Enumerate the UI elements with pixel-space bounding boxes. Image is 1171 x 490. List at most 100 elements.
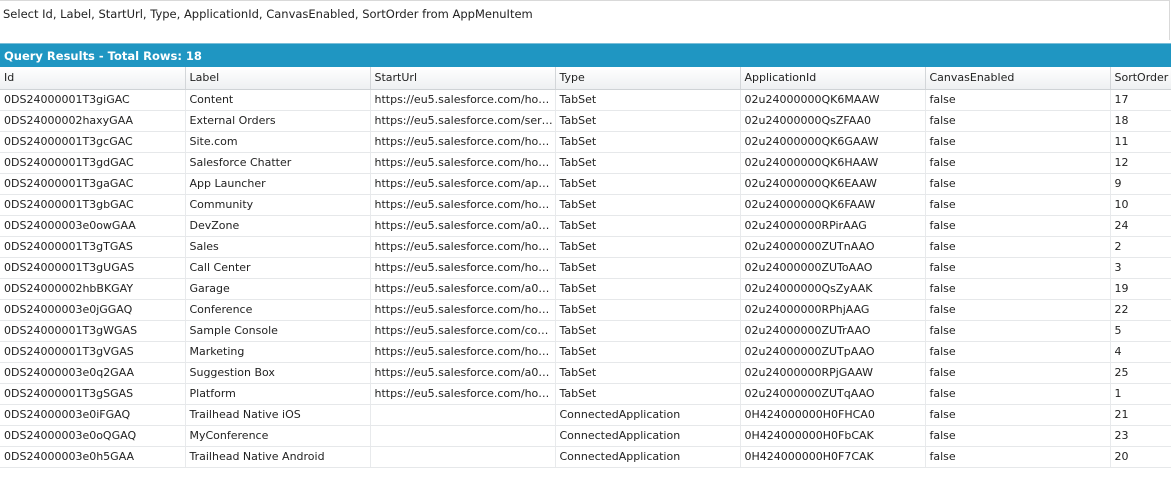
cell-label: Suggestion Box: [185, 362, 371, 384]
cell-starturl: https://eu5.salesforce.com/home...: [370, 194, 556, 216]
cell-sortorder: 3: [1110, 257, 1171, 279]
table-row[interactable]: 0DS24000002haxyGAA External Orders https:/…: [0, 110, 1171, 132]
cell-sortorder: 9: [1110, 173, 1171, 195]
cell-canvasenabled: false: [925, 341, 1111, 363]
cell-applicationid: 02u24000000QK6GAAW: [740, 131, 926, 153]
table-row[interactable]: 0DS24000001T3gdGAC Salesforce Chatter http…: [0, 152, 1171, 174]
table-row[interactable]: 0DS24000003e0jGGAQ Conference https://eu5.…: [0, 299, 1171, 321]
cell-id: 0DS24000001T3giGAC: [0, 89, 186, 111]
cell-type: TabSet: [555, 215, 741, 237]
cell-sortorder: 18: [1110, 110, 1171, 132]
cell-canvasenabled: false: [925, 320, 1111, 342]
cell-applicationid: 02u24000000RPjGAAW: [740, 362, 926, 384]
table-row[interactable]: 0DS24000003e0owGAA DevZone https://eu5.sal…: [0, 215, 1171, 237]
cell-canvasenabled: false: [925, 425, 1111, 447]
cell-starturl: https://eu5.salesforce.com/servl...: [370, 110, 556, 132]
cell-label: DevZone: [185, 215, 371, 237]
cell-label: Platform: [185, 383, 371, 405]
table-row[interactable]: 0DS24000001T3gTGAS Sales https://eu5.sales…: [0, 236, 1171, 258]
column-header-starturl[interactable]: StartUrl: [370, 67, 556, 90]
cell-sortorder: 5: [1110, 320, 1171, 342]
soql-query-editor[interactable]: Select Id, Label, StartUrl, Type, Applic…: [0, 0, 1170, 40]
cell-starturl: https://eu5.salesforce.com/a09/o...: [370, 215, 556, 237]
cell-applicationid: 02u24000000QK6EAAW: [740, 173, 926, 195]
table-row[interactable]: 0DS24000001T3giGAC Content https://eu5.sal…: [0, 89, 1171, 111]
cell-type: TabSet: [555, 362, 741, 384]
cell-canvasenabled: false: [925, 446, 1111, 468]
cell-label: Sample Console: [185, 320, 371, 342]
column-header-id[interactable]: Id: [0, 67, 186, 90]
cell-label: Community: [185, 194, 371, 216]
cell-id: 0DS24000001T3gaGAC: [0, 173, 186, 195]
cell-type: TabSet: [555, 278, 741, 300]
cell-applicationid: 02u24000000QsZyAAK: [740, 278, 926, 300]
cell-id: 0DS24000001T3gbGAC: [0, 194, 186, 216]
cell-applicationid: 02u24000000ZUTrAAO: [740, 320, 926, 342]
table-row[interactable]: 0DS24000001T3gUGAS Call Center https://eu5…: [0, 257, 1171, 279]
soql-query-text[interactable]: Select Id, Label, StartUrl, Type, Applic…: [3, 7, 533, 21]
table-row[interactable]: 0DS24000003e0q2GAA Suggestion Box https://…: [0, 362, 1171, 384]
cell-starturl: https://eu5.salesforce.com/home...: [370, 257, 556, 279]
cell-type: TabSet: [555, 299, 741, 321]
cell-type: TabSet: [555, 341, 741, 363]
cell-canvasenabled: false: [925, 110, 1111, 132]
cell-applicationid: 02u24000000ZUTnAAO: [740, 236, 926, 258]
table-row[interactable]: 0DS24000003e0oQGAQ MyConference ConnectedA…: [0, 425, 1171, 447]
cell-type: ConnectedApplication: [555, 404, 741, 426]
cell-sortorder: 20: [1110, 446, 1171, 468]
table-row[interactable]: 0DS24000003e0iFGAQ Trailhead Native iOS Co…: [0, 404, 1171, 426]
table-row[interactable]: 0DS24000001T3gbGAC Community https://eu5.s…: [0, 194, 1171, 216]
table-row[interactable]: 0DS24000001T3gaGAC App Launcher https://eu…: [0, 173, 1171, 195]
cell-starturl: https://eu5.salesforce.com/home...: [370, 89, 556, 111]
column-header-type[interactable]: Type: [555, 67, 741, 90]
cell-id: 0DS24000001T3gWGAS: [0, 320, 186, 342]
cell-canvasenabled: false: [925, 383, 1111, 405]
cell-starturl: https://eu5.salesforce.com/home...: [370, 341, 556, 363]
cell-id: 0DS24000003e0oQGAQ: [0, 425, 186, 447]
cell-type: TabSet: [555, 89, 741, 111]
cell-sortorder: 25: [1110, 362, 1171, 384]
cell-canvasenabled: false: [925, 236, 1111, 258]
cell-canvasenabled: false: [925, 194, 1111, 216]
table-row[interactable]: 0DS24000003e0h5GAA Trailhead Native Andro…: [0, 446, 1171, 468]
cell-label: Garage: [185, 278, 371, 300]
table-row[interactable]: 0DS24000001T3gWGAS Sample Console https://…: [0, 320, 1171, 342]
cell-type: TabSet: [555, 194, 741, 216]
cell-starturl: https://eu5.salesforce.com/conso...: [370, 320, 556, 342]
cell-starturl: https://eu5.salesforce.com/home...: [370, 299, 556, 321]
table-row[interactable]: 0DS24000001T3gSGAS Platform https://eu5.sa…: [0, 383, 1171, 405]
cell-starturl: https://eu5.salesforce.com/home...: [370, 236, 556, 258]
column-header-sortorder[interactable]: SortOrder: [1110, 67, 1171, 90]
query-results-header: Query Results - Total Rows: 18: [0, 43, 1171, 67]
cell-id: 0DS24000001T3gVGAS: [0, 341, 186, 363]
cell-label: External Orders: [185, 110, 371, 132]
cell-type: TabSet: [555, 236, 741, 258]
query-results-title: Query Results - Total Rows: 18: [4, 49, 202, 63]
cell-label: MyConference: [185, 425, 371, 447]
cell-type: TabSet: [555, 257, 741, 279]
cell-applicationid: 02u24000000ZUTpAAO: [740, 341, 926, 363]
cell-starturl: https://eu5.salesforce.com/a0A/...: [370, 362, 556, 384]
cell-applicationid: 02u24000000ZUTqAAO: [740, 383, 926, 405]
cell-id: 0DS24000001T3gTGAS: [0, 236, 186, 258]
table-row[interactable]: 0DS24000001T3gVGAS Marketing https://eu5.s…: [0, 341, 1171, 363]
cell-label: Salesforce Chatter: [185, 152, 371, 174]
cell-label: Trailhead Native Android: [185, 446, 371, 468]
column-header-label[interactable]: Label: [185, 67, 371, 90]
table-row[interactable]: 0DS24000001T3gcGAC Site.com https://eu5.sa…: [0, 131, 1171, 153]
cell-sortorder: 4: [1110, 341, 1171, 363]
cell-applicationid: 0H424000000H0FbCAK: [740, 425, 926, 447]
cell-sortorder: 22: [1110, 299, 1171, 321]
table-row[interactable]: 0DS24000002hbBKGAY Garage https://eu5.sale…: [0, 278, 1171, 300]
cell-id: 0DS24000003e0jGGAQ: [0, 299, 186, 321]
cell-id: 0DS24000003e0iFGAQ: [0, 404, 186, 426]
cell-canvasenabled: false: [925, 89, 1111, 111]
cell-type: TabSet: [555, 320, 741, 342]
results-table-body: 0DS24000001T3giGAC Content https://eu5.sal…: [0, 89, 1171, 468]
cell-sortorder: 12: [1110, 152, 1171, 174]
column-header-canvasenabled[interactable]: CanvasEnabled: [925, 67, 1111, 90]
column-header-applicationid[interactable]: ApplicationId: [740, 67, 926, 90]
cell-canvasenabled: false: [925, 278, 1111, 300]
cell-starturl: https://eu5.salesforce.com/app/...: [370, 173, 556, 195]
cell-id: 0DS24000001T3gcGAC: [0, 131, 186, 153]
